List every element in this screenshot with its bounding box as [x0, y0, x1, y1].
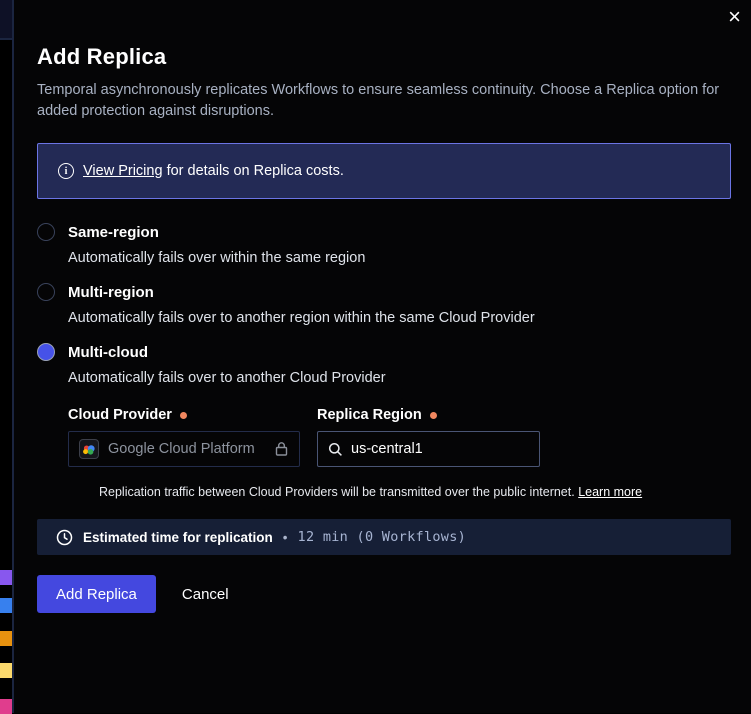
page-behind-rail: [0, 0, 14, 713]
traffic-note: Replication traffic between Cloud Provid…: [99, 485, 731, 499]
option-label: Same-region: [68, 224, 159, 241]
add-replica-button[interactable]: Add Replica: [37, 575, 156, 613]
clock-icon: [56, 529, 73, 546]
traffic-note-text: Replication traffic between Cloud Provid…: [99, 485, 575, 499]
option-description: Automatically fails over to another regi…: [68, 310, 731, 326]
option-multi-region-row[interactable]: Multi-region: [37, 283, 731, 301]
option-label: Multi-cloud: [68, 344, 148, 361]
modal-description: Temporal asynchronously replicates Workf…: [37, 80, 727, 122]
rail-stripe: [0, 699, 12, 714]
info-icon: i: [58, 163, 74, 179]
cloud-provider-field: Google Cloud Platform: [68, 431, 300, 467]
field-label-text: Replica Region: [317, 407, 422, 423]
option-description: Automatically fails over within the same…: [68, 250, 731, 266]
option-multi-cloud-row[interactable]: Multi-cloud: [37, 343, 731, 361]
rail-stripe: [0, 631, 12, 646]
field-label-text: Cloud Provider: [68, 407, 172, 423]
rail-horizontal-divider: [0, 38, 12, 40]
lock-icon: [274, 441, 289, 457]
rail-top-panel: [0, 0, 12, 38]
replica-region-label: Replica Region: [317, 407, 437, 423]
modal-actions: Add Replica Cancel: [37, 575, 731, 613]
replica-region-field[interactable]: [317, 431, 540, 467]
replica-options: Same-region Automatically fails over wit…: [37, 223, 731, 499]
view-pricing-link[interactable]: View Pricing: [83, 163, 163, 179]
option-same-region: Same-region Automatically fails over wit…: [37, 223, 731, 266]
option-label: Multi-region: [68, 284, 154, 301]
learn-more-link[interactable]: Learn more: [578, 485, 642, 499]
cloud-provider-value: Google Cloud Platform: [108, 441, 265, 457]
page-title: Add Replica: [37, 44, 731, 70]
rail-stripe: [0, 570, 12, 585]
option-same-region-row[interactable]: Same-region: [37, 223, 731, 241]
google-cloud-platform-icon: [79, 439, 99, 459]
option-multi-region: Multi-region Automatically fails over to…: [37, 283, 731, 326]
rail-stripe: [0, 663, 12, 678]
multi-cloud-form: Cloud Provider Replica Region: [68, 407, 731, 499]
pricing-banner-rest: for details on Replica costs.: [167, 163, 344, 179]
estimate-label: Estimated time for replication: [83, 530, 273, 545]
estimate-value: 12 min (0 Workflows): [298, 529, 467, 545]
cloud-provider-label: Cloud Provider: [68, 407, 317, 423]
add-replica-modal: × Add Replica Temporal asynchronously re…: [14, 0, 751, 713]
pricing-banner-text: View Pricing for details on Replica cost…: [83, 163, 344, 179]
rail-stripe: [0, 598, 12, 613]
close-icon[interactable]: ×: [728, 6, 741, 28]
replica-region-input[interactable]: [351, 441, 529, 457]
estimate-separator: •: [283, 530, 288, 545]
radio-selected-icon[interactable]: [37, 343, 55, 361]
option-multi-cloud: Multi-cloud Automatically fails over to …: [37, 343, 731, 499]
pricing-info-banner: i View Pricing for details on Replica co…: [37, 143, 731, 199]
required-dot-icon: [430, 412, 437, 419]
cancel-button[interactable]: Cancel: [182, 586, 229, 603]
radio-unselected-icon[interactable]: [37, 283, 55, 301]
option-description: Automatically fails over to another Clou…: [68, 370, 731, 386]
required-dot-icon: [180, 412, 187, 419]
search-icon: [328, 442, 343, 457]
estimate-banner: Estimated time for replication • 12 min …: [37, 519, 731, 555]
radio-unselected-icon[interactable]: [37, 223, 55, 241]
